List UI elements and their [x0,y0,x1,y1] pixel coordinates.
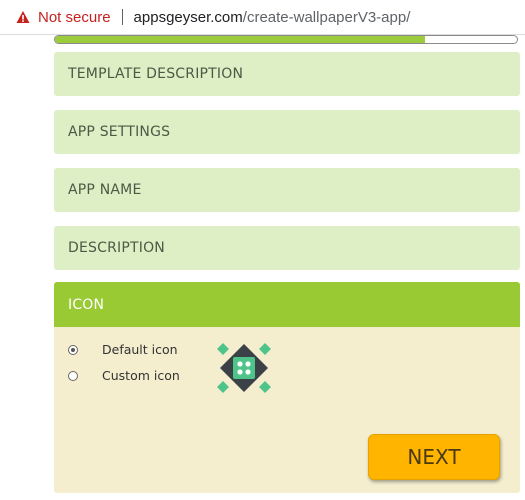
url-host: appsgeyser.com [133,8,243,26]
section-label: ICON [68,296,105,313]
default-icon-option[interactable]: Default icon [68,342,178,357]
section-template-description[interactable]: TEMPLATE DESCRIPTION [54,52,520,96]
app-icon-preview [216,340,272,396]
progress-bar [54,35,518,44]
section-label: TEMPLATE DESCRIPTION [68,66,244,82]
icon-panel: ICON Default icon Custom icon NEXT [54,282,520,493]
default-icon-radio[interactable] [68,344,78,355]
section-label: APP NAME [68,182,142,198]
next-button[interactable]: NEXT [368,434,500,480]
section-description[interactable]: DESCRIPTION [54,226,520,270]
default-app-icon [217,343,271,393]
custom-icon-label: Custom icon [102,368,180,383]
security-status[interactable]: Not secure [38,9,111,26]
default-icon-label: Default icon [102,342,178,357]
url-path: /create-wallpaperV3-app/ [242,8,411,26]
custom-icon-radio[interactable] [68,370,78,381]
section-app-settings[interactable]: APP SETTINGS [54,110,520,154]
section-label: APP SETTINGS [68,124,171,140]
progress-fill [55,36,425,43]
address-separator [121,9,123,25]
warning-icon [16,10,30,24]
custom-icon-option[interactable]: Custom icon [68,368,180,383]
next-button-label: NEXT [407,445,461,469]
section-label: DESCRIPTION [68,240,165,256]
url-text[interactable]: appsgeyser.com/create-wallpaperV3-app/ [134,9,411,26]
browser-address-bar[interactable]: Not secure appsgeyser.com/create-wallpap… [0,0,525,35]
section-app-name[interactable]: APP NAME [54,168,520,212]
section-icon-header[interactable]: ICON [54,282,520,327]
